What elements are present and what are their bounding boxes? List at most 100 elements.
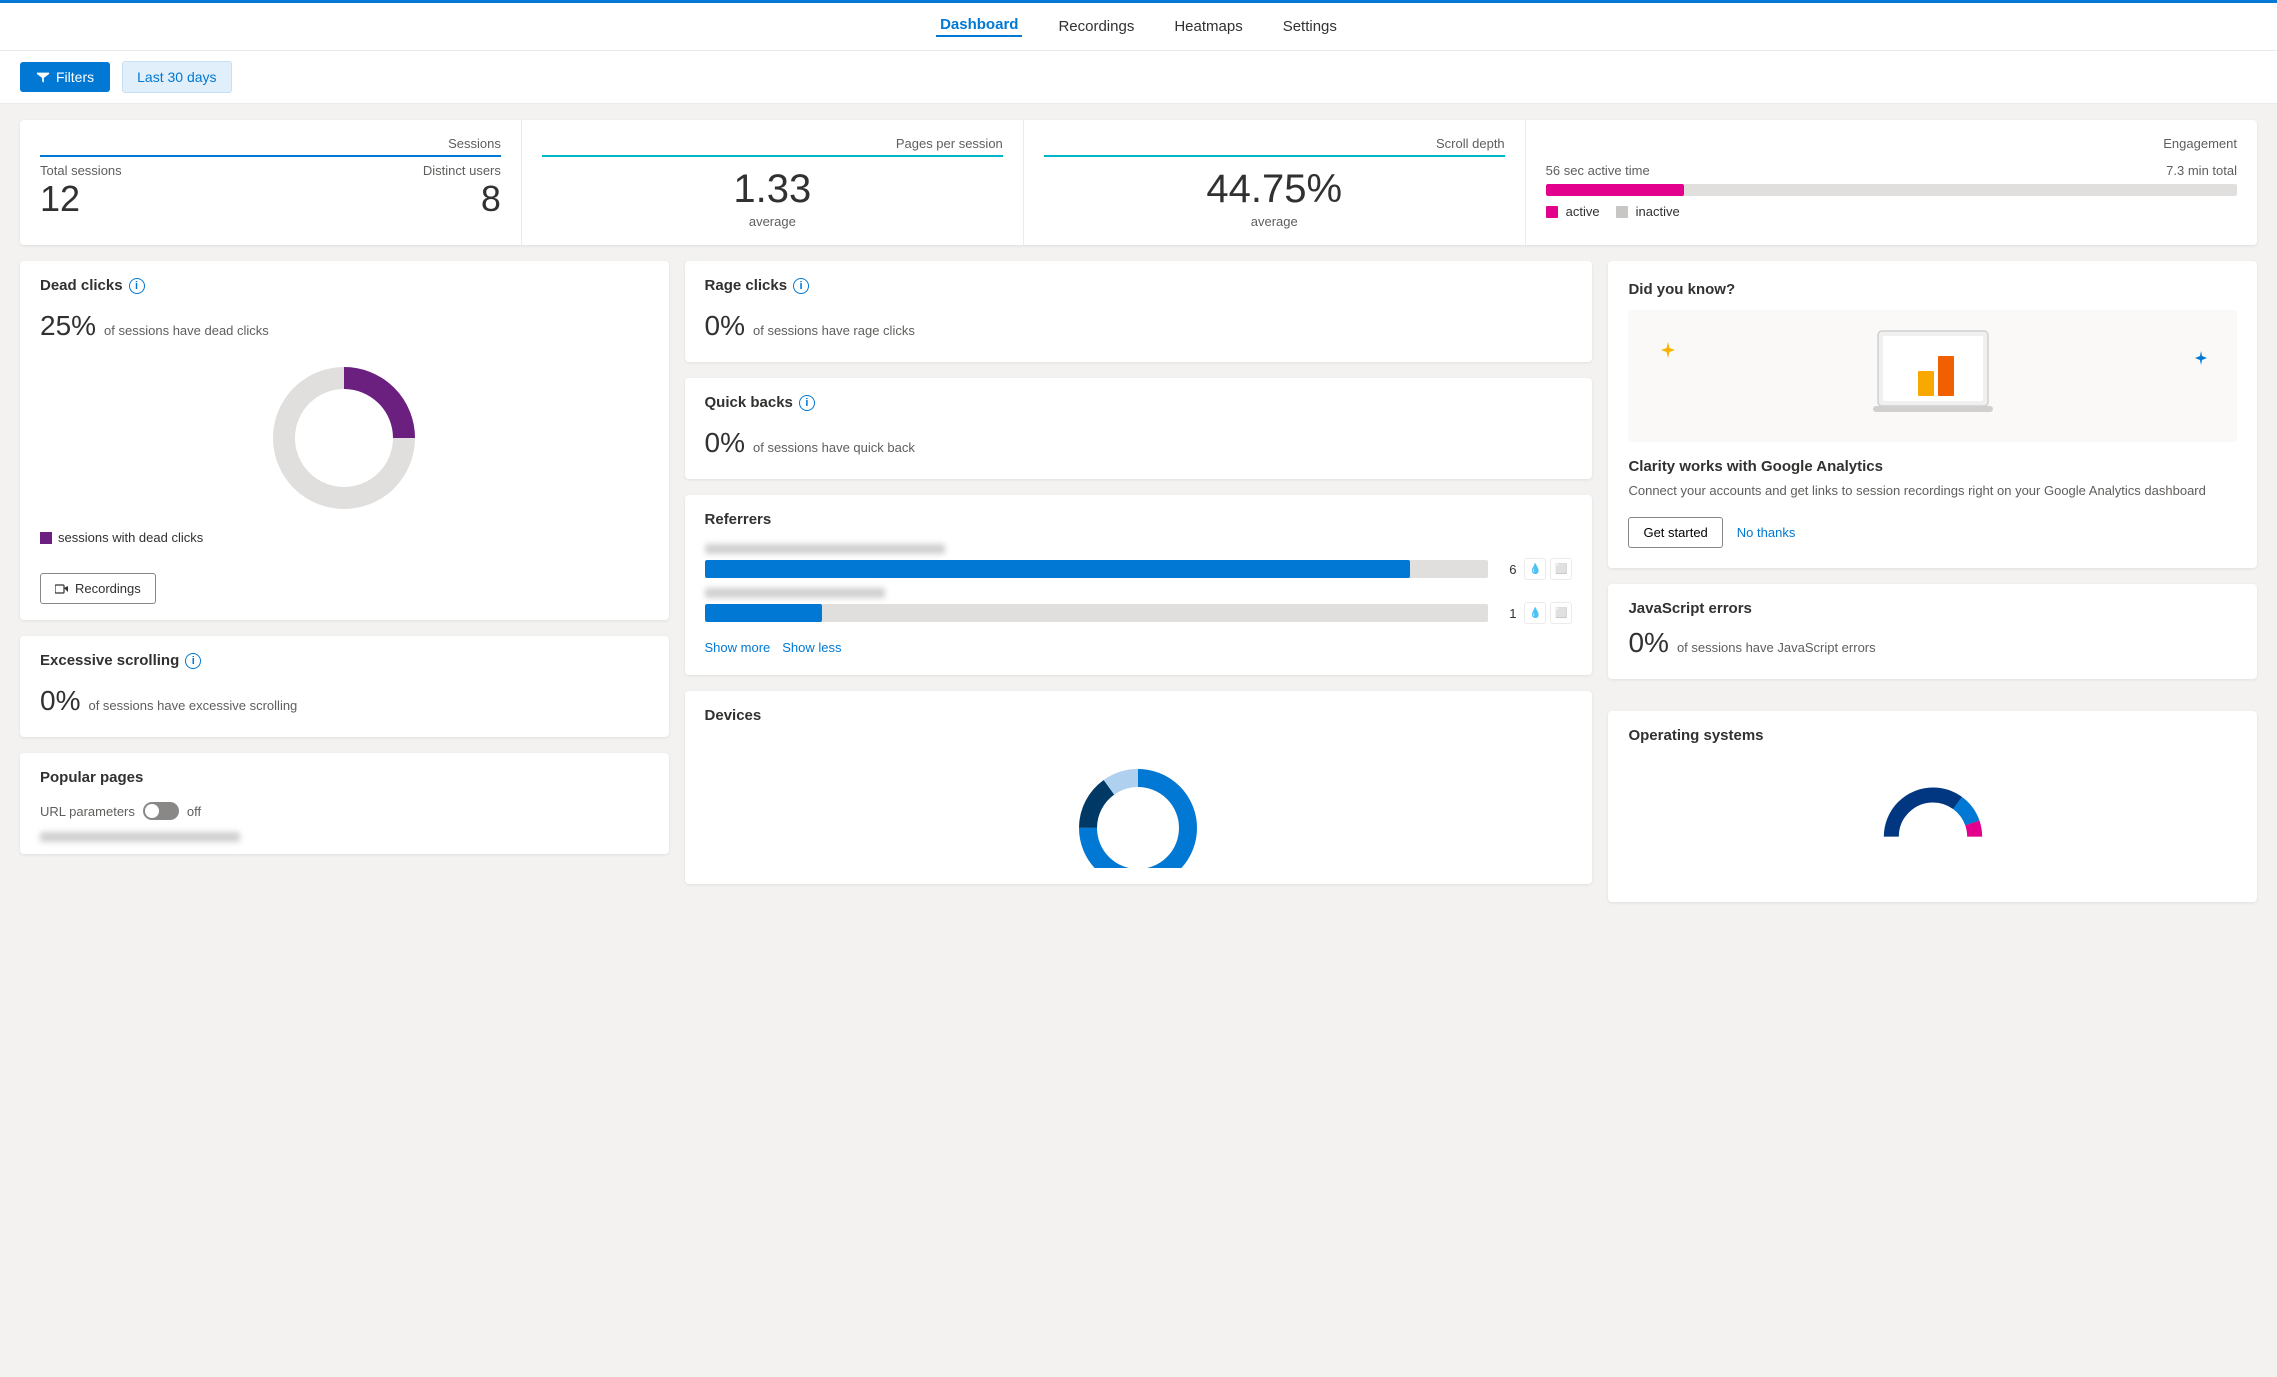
url-params-row: URL parameters off	[20, 794, 669, 828]
total-time: 7.3 min total	[2166, 163, 2237, 178]
referrer-bar-row-1: 6 💧 ⬜	[705, 558, 1573, 580]
sessions-right: Distinct users 8	[423, 163, 501, 220]
devices-donut-svg	[1058, 748, 1218, 868]
referrer-icons-1: 💧 ⬜	[1524, 558, 1572, 580]
active-time: 56 sec active time	[1546, 163, 1650, 178]
show-less-link[interactable]: Show less	[782, 640, 841, 655]
active-legend: active	[1546, 204, 1600, 219]
quick-pct-row: 0% of sessions have quick back	[705, 427, 1573, 459]
excessive-pct: 0%	[40, 685, 80, 717]
referrer-icons-2: 💧 ⬜	[1524, 602, 1572, 624]
show-links: Show more Show less	[705, 632, 1573, 659]
dyk-feature-desc: Connect your accounts and get links to s…	[1628, 481, 2237, 501]
js-errors-card: JavaScript errors 0% of sessions have Ja…	[1608, 584, 2257, 679]
popular-pages-url	[20, 828, 669, 854]
dead-clicks-body: 25% of sessions have dead clicks sess	[20, 302, 669, 565]
quick-backs-body: 0% of sessions have quick back	[685, 419, 1593, 479]
os-title: Operating systems	[1628, 727, 2237, 744]
excessive-scrolling-card: Excessive scrolling i 0% of sessions hav…	[20, 636, 669, 737]
referrer-bar-row-2: 1 💧 ⬜	[705, 602, 1573, 624]
dead-clicks-info-icon[interactable]: i	[129, 278, 145, 294]
dead-clicks-pct: 25%	[40, 310, 96, 342]
rage-pct-row: 0% of sessions have rage clicks	[705, 310, 1573, 342]
referrer-droplet-icon-1[interactable]: 💧	[1524, 558, 1546, 580]
dead-clicks-card: Dead clicks i 25% of sessions have dead …	[20, 261, 669, 620]
referrer-bar-fill-1	[705, 560, 1411, 578]
referrer-bar-bg-1	[705, 560, 1489, 578]
left-column: Dead clicks i 25% of sessions have dead …	[20, 261, 669, 902]
os-card: Operating systems	[1608, 711, 2257, 902]
pages-per-session-stat: Pages per session 1.33 average	[522, 120, 1024, 245]
inactive-legend: inactive	[1616, 204, 1680, 219]
referrer-bar-bg-2	[705, 604, 1489, 622]
sessions-left: Total sessions 12	[40, 163, 122, 220]
js-pct: 0%	[1628, 627, 1668, 659]
right-column: Did you know?	[1608, 261, 2257, 902]
js-desc: of sessions have JavaScript errors	[1677, 640, 1876, 655]
devices-title: Devices	[705, 707, 762, 724]
os-donut-svg	[1853, 770, 2013, 870]
devices-card: Devices	[685, 691, 1593, 884]
nav-settings[interactable]: Settings	[1279, 18, 1341, 35]
total-sessions-label: Total sessions	[40, 163, 122, 178]
referrer-droplet-icon-2[interactable]: 💧	[1524, 602, 1546, 624]
scroll-sub: average	[1044, 214, 1505, 229]
referrer-count-2: 1	[1496, 606, 1516, 621]
dead-clicks-legend-sq	[40, 532, 52, 544]
toggle-state-label: off	[187, 804, 201, 819]
popular-pages-title: Popular pages	[40, 769, 143, 786]
active-label: active	[1566, 204, 1600, 219]
sessions-title: Sessions	[40, 136, 501, 157]
stats-bar: Sessions Total sessions 12 Distinct user…	[20, 120, 2257, 245]
referrer-screen-icon-1[interactable]: ⬜	[1550, 558, 1572, 580]
rage-clicks-info-icon[interactable]: i	[793, 278, 809, 294]
nav-heatmaps[interactable]: Heatmaps	[1170, 18, 1246, 35]
main-content: Sessions Total sessions 12 Distinct user…	[0, 104, 2277, 918]
dyk-illustration	[1628, 310, 2237, 442]
os-donut-wrap	[1628, 754, 2237, 886]
quick-pct: 0%	[705, 427, 745, 459]
popular-pages-card: Popular pages URL parameters off	[20, 753, 669, 854]
excessive-scrolling-body: 0% of sessions have excessive scrolling	[20, 677, 669, 737]
quick-backs-card: Quick backs i 0% of sessions have quick …	[685, 378, 1593, 479]
url-params-toggle[interactable]	[143, 802, 179, 820]
referrer-url-2	[705, 588, 885, 598]
pages-value-wrap: 1.33 average	[542, 163, 1003, 229]
referrer-screen-icon-2[interactable]: ⬜	[1550, 602, 1572, 624]
sparkle-left-icon	[1658, 340, 1678, 360]
quick-backs-info-icon[interactable]: i	[799, 395, 815, 411]
devices-header: Devices	[685, 691, 1593, 732]
active-dot	[1546, 206, 1558, 218]
scroll-depth-stat: Scroll depth 44.75% average	[1024, 120, 1526, 245]
get-started-button[interactable]: Get started	[1628, 517, 1722, 548]
excessive-scrolling-title: Excessive scrolling	[40, 652, 179, 669]
filter-icon	[36, 70, 50, 84]
recordings-button[interactable]: Recordings	[40, 573, 156, 604]
excessive-scrolling-info-icon[interactable]: i	[185, 653, 201, 669]
sparkle-right-icon	[2193, 350, 2209, 366]
nav-links: Dashboard Recordings Heatmaps Settings	[936, 16, 1341, 37]
mid-column: Rage clicks i 0% of sessions have rage c…	[685, 261, 1593, 902]
js-errors-title: JavaScript errors	[1628, 600, 2237, 617]
scroll-value: 44.75%	[1044, 167, 1505, 212]
total-sessions-value: 12	[40, 178, 122, 220]
engagement-stat: Engagement 56 sec active time 7.3 min to…	[1526, 120, 2257, 245]
dead-clicks-donut	[40, 346, 649, 530]
engagement-fill	[1546, 184, 1684, 196]
sessions-stat: Sessions Total sessions 12 Distinct user…	[20, 120, 522, 245]
js-pct-row: 0% of sessions have JavaScript errors	[1628, 627, 2237, 659]
rage-clicks-body: 0% of sessions have rage clicks	[685, 302, 1593, 362]
show-more-link[interactable]: Show more	[705, 640, 771, 655]
excessive-scrolling-header: Excessive scrolling i	[20, 636, 669, 677]
engagement-bar	[1546, 184, 2237, 196]
nav-dashboard[interactable]: Dashboard	[936, 16, 1022, 37]
toolbar: Filters Last 30 days	[0, 51, 2277, 104]
nav-recordings[interactable]: Recordings	[1054, 18, 1138, 35]
sessions-rows: Total sessions 12 Distinct users 8	[40, 163, 501, 220]
dead-clicks-legend-label: sessions with dead clicks	[58, 530, 203, 545]
no-thanks-button[interactable]: No thanks	[1733, 517, 1800, 548]
toggle-knob	[145, 804, 159, 818]
donut-svg	[264, 358, 424, 518]
filters-button[interactable]: Filters	[20, 62, 110, 92]
date-range-button[interactable]: Last 30 days	[122, 61, 231, 93]
